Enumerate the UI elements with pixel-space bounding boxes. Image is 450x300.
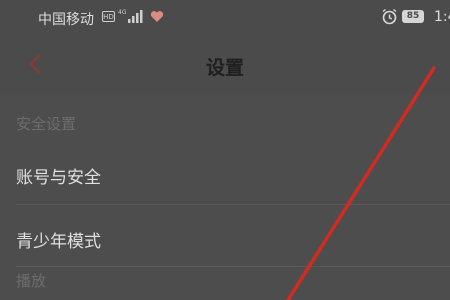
hd-badge: HD: [102, 11, 115, 22]
section-header-playback: 播放: [16, 272, 47, 290]
divider: [16, 204, 450, 205]
section-header-security: 安全设置: [16, 115, 77, 133]
settings-item-account-security[interactable]: 账号与安全: [0, 143, 450, 205]
signal-icon: 4G: [118, 9, 143, 23]
settings-item-youth-mode[interactable]: 青少年模式: [0, 207, 450, 269]
settings-list: 安全设置 账号与安全 青少年模式 播放: [0, 94, 450, 300]
svg-text:4G: 4G: [118, 9, 127, 16]
page-title: 设置: [205, 57, 244, 79]
status-bar: 中国移动 HD 4G 85 1:4: [0, 0, 450, 36]
navigation-bar: 设置: [0, 36, 450, 94]
settings-item-label: 账号与安全: [16, 168, 101, 188]
battery-indicator: 85: [402, 10, 424, 23]
status-time: 1:4: [434, 9, 450, 25]
settings-item-label: 青少年模式: [16, 232, 101, 252]
alarm-icon: [382, 8, 397, 25]
heart-icon: [150, 11, 164, 22]
divider: [16, 266, 450, 267]
carrier-name: 中国移动: [38, 12, 94, 28]
